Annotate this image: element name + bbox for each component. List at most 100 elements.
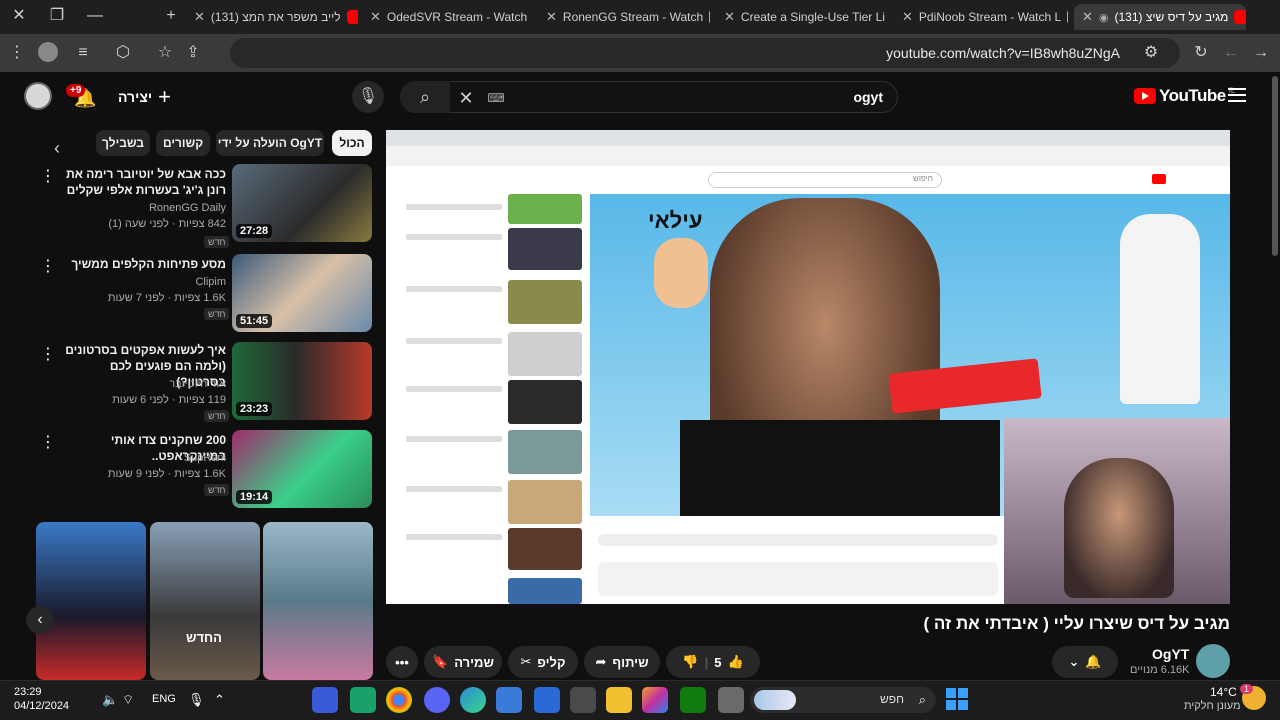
browser-tab[interactable]: ✕ Create a Single-Use Tier Li [716,4,890,30]
discord-icon[interactable] [424,687,450,713]
more-actions-icon[interactable]: ⋮ [40,344,56,364]
close-tab-icon[interactable]: ✕ [546,9,557,25]
dislike-icon[interactable]: 👎 [682,654,698,670]
extensions-icon[interactable]: ⬡ [112,43,134,63]
embedded-thumbnail [508,280,582,324]
channel-avatar[interactable] [1196,644,1230,678]
forward-icon[interactable]: ← [1220,43,1242,63]
youtube-logo[interactable]: YouTube IL [1134,86,1235,106]
close-tab-icon[interactable]: ✕ [724,9,735,25]
voice-search-button[interactable]: 🎙 [352,81,384,113]
wifi-icon[interactable]: ⌔ [122,692,134,708]
close-window-icon[interactable]: ✕ [8,6,30,26]
clear-search-icon[interactable]: ✕ [455,88,477,108]
volume-icon[interactable]: 🔈 [102,692,118,708]
app-icon[interactable] [534,687,560,713]
file-explorer-icon[interactable] [606,687,632,713]
clip-button[interactable]: ✂ קליפ [508,646,578,678]
copilot-icon[interactable] [642,687,668,713]
weather-desc[interactable]: מעונן חלקית [1184,700,1241,712]
profile-avatar-icon[interactable] [38,42,58,62]
share-button[interactable]: ➦ שיתוף [584,646,660,678]
browser-tab[interactable]: ✕ OdedSVR Stream - Watch K [362,4,532,30]
scrollbar-thumb[interactable] [1272,76,1278,256]
related-video-item[interactable]: 51:45 מסע פתיחות הקלפים ממשיך Clipim 1.6… [36,254,376,338]
video-thumbnail[interactable]: 23:23 [232,342,372,420]
browser-tab[interactable]: ✕ (131) לייב משפר את המצ [186,4,358,30]
embedded-youtube-header: חיפוש [386,166,1230,194]
browser-tab[interactable]: ✕ RonenGG Stream - Watch K [538,4,710,30]
bookmark-star-icon[interactable]: ☆ [154,43,176,63]
edge-icon[interactable] [460,687,486,713]
video-thumbnail[interactable]: 19:14 [232,430,372,508]
language-indicator[interactable]: ENG [152,693,176,705]
audio-playing-icon[interactable]: ◉ [1099,11,1109,24]
app-icon[interactable] [312,687,338,713]
app-icon[interactable] [570,687,596,713]
url-text[interactable]: youtube.com/watch?v=IB8wh8uZNgA [886,45,1120,61]
create-button[interactable]: יצירה + [118,82,178,112]
chip-related[interactable]: קשורים [156,130,210,156]
browser-tab[interactable]: ✕ PdiNoob Stream - Watch L K [894,4,1068,30]
close-tab-icon[interactable]: ✕ [370,9,381,25]
related-video-item[interactable]: 27:28 ככה אבא של יוטיובר רימה את רונן ג'… [36,164,376,248]
back-icon[interactable]: → [1250,43,1272,63]
guide-menu-icon[interactable] [1228,88,1246,102]
chips-scroll-icon[interactable]: ‹ [46,138,68,158]
app-icon[interactable] [350,687,376,713]
related-video-item[interactable]: 23:23 איך לעשות אפקטים בסרטונים (ולמה הם… [36,342,376,426]
short-thumbnail[interactable]: החדש [150,522,260,680]
account-avatar[interactable] [24,82,52,110]
new-badge: חדש [204,308,230,320]
chip-uploaded-by[interactable]: הועלה על ידי OgYT [216,130,324,156]
clock-date[interactable]: 04/12/2024 [14,700,69,712]
clock-time[interactable]: 23:29 [14,686,42,698]
close-tab-icon[interactable]: ✕ [1082,9,1093,25]
menu-dots-icon[interactable]: ⋮ [6,43,28,63]
short-thumbnail[interactable] [263,522,373,680]
video-player[interactable]: חיפוש עילאי [386,130,1230,604]
more-actions-icon[interactable]: ⋮ [40,432,56,452]
channel-name[interactable]: OgYT [1152,646,1189,662]
share-page-icon[interactable]: ⇪ [182,43,204,63]
chrome-icon[interactable] [386,687,412,713]
keyboard-icon[interactable]: ⌨ [485,88,507,108]
video-thumbnail[interactable]: 27:28 [232,164,372,242]
chip-for-you[interactable]: בשבילך [96,130,150,156]
save-button[interactable]: 🔖 שמירה [424,646,502,678]
embedded-address-bar [386,146,1230,166]
store-icon[interactable] [496,687,522,713]
taskbar-search[interactable]: ⌕ חפש [750,687,936,713]
chevron-down-icon: ⌄ [1068,654,1080,669]
reading-list-icon[interactable]: ≡ [72,43,94,63]
subscribe-bell-button[interactable]: ⌄ 🔔 [1052,646,1118,678]
close-tab-icon[interactable]: ✕ [902,9,913,25]
restore-window-icon[interactable]: ❐ [46,6,68,26]
close-tab-icon[interactable]: ✕ [194,9,205,25]
reload-icon[interactable]: ↻ [1190,43,1212,63]
xbox-icon[interactable] [680,687,706,713]
search-icon: ⌕ [419,87,431,107]
more-actions-icon[interactable]: ⋮ [40,256,56,276]
site-settings-icon[interactable]: ⚙ [1140,43,1162,63]
more-actions-icon[interactable]: ⋮ [40,166,56,186]
search-input[interactable]: ogyt [853,89,883,105]
new-tab-icon[interactable]: + [160,6,182,26]
microphone-icon[interactable]: 🎙 [188,692,205,708]
minimize-window-icon[interactable]: — [84,6,106,26]
search-button[interactable]: ⌕ [400,81,450,113]
tray-chevron-up-icon[interactable]: ⌃ [214,692,225,708]
address-bar[interactable]: youtube.com/watch?v=IB8wh8uZNgA ⚙ [230,38,1180,68]
video-thumbnail[interactable]: 51:45 [232,254,372,332]
windows-start-icon[interactable] [946,688,968,710]
shorts-prev-button[interactable]: ‹ [26,606,54,634]
short-thumbnail[interactable] [36,522,146,680]
virtual-desktop-icon[interactable] [718,687,744,713]
like-icon[interactable]: 👍 [727,654,743,670]
more-actions-button[interactable]: ••• [386,646,418,678]
browser-tab-active[interactable]: ✕ ◉ (131) מגיב על דיס שיצ [1074,4,1246,30]
related-video-item[interactable]: 19:14 200 שחקנים צדו אותי במיינקראפט.. S… [36,430,376,514]
chip-all[interactable]: הכול [332,130,372,156]
weather-temp[interactable]: 14°C [1210,685,1237,699]
search-box[interactable]: ogyt ⌨ ✕ [400,81,898,113]
